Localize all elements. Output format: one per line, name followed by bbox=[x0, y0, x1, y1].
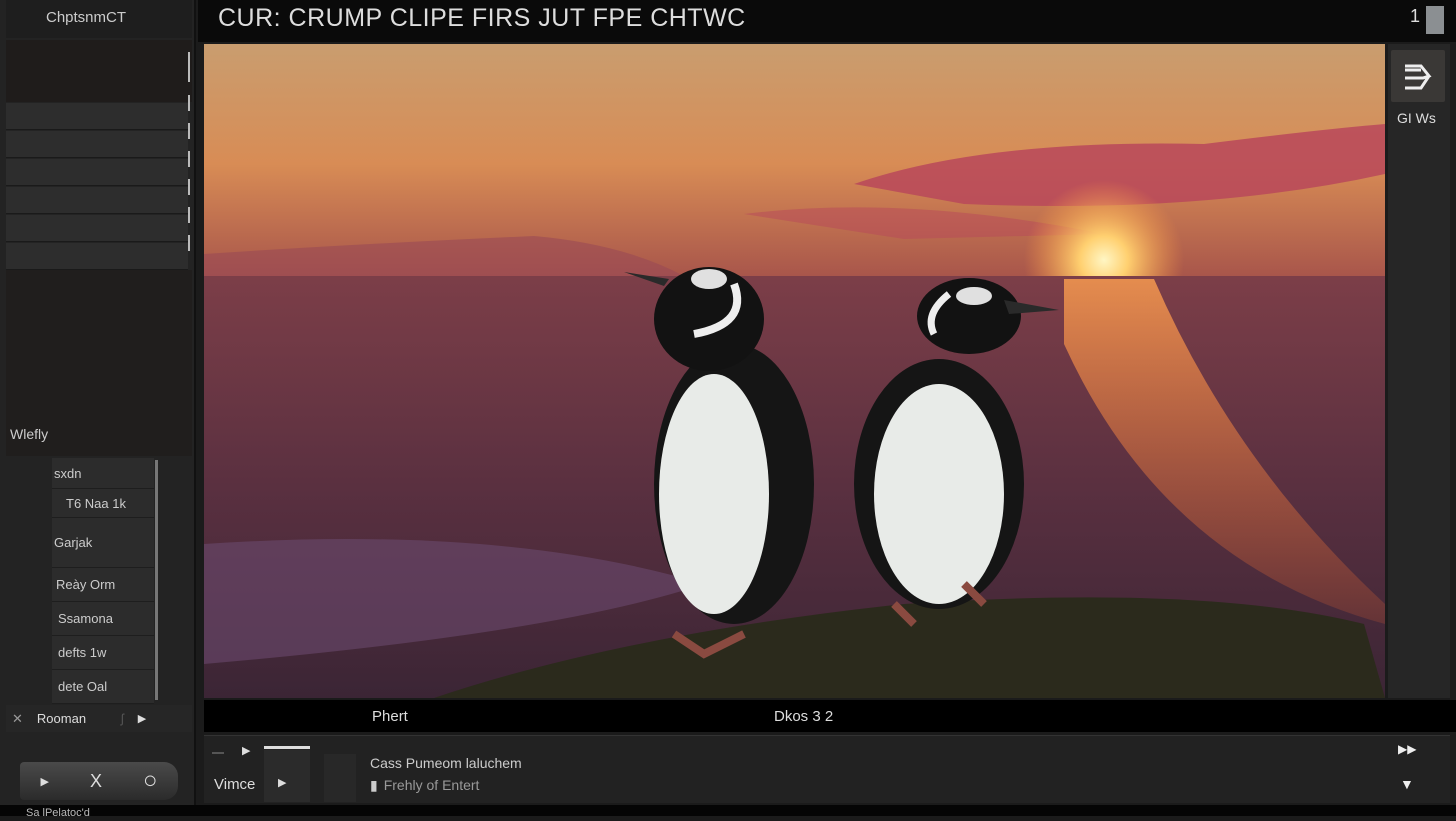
list-item[interactable]: Ssamona bbox=[52, 602, 154, 636]
play-icon[interactable]: ▶ bbox=[278, 776, 286, 789]
media-subtitle: Frehly of Entert bbox=[383, 777, 480, 793]
list-item[interactable]: T6 Naa 1k bbox=[52, 489, 154, 518]
control-label: Rooman bbox=[36, 711, 87, 726]
fast-forward-icon[interactable]: ▶▶ bbox=[1398, 742, 1416, 756]
right-panel-label: GI Ws bbox=[1397, 110, 1436, 126]
wave-icon: ʃ bbox=[120, 711, 124, 726]
play-icon[interactable]: ▶ bbox=[138, 712, 146, 725]
caption-bar: Phert Dkos 3 2 bbox=[204, 700, 1456, 732]
count-label: 1 bbox=[1410, 6, 1421, 26]
penguin-sunset-photo bbox=[204, 44, 1385, 698]
window-title: CUR: CRUMP CLIPE FIRS JUT FPE CHTWC bbox=[218, 4, 746, 32]
playback-pill: ▶ X ○ bbox=[20, 762, 178, 800]
list-item[interactable]: Reày Orm bbox=[52, 568, 154, 602]
sidebar-row[interactable] bbox=[6, 131, 188, 158]
sidebar-header-panel bbox=[6, 40, 192, 102]
sidebar-row[interactable] bbox=[6, 159, 188, 186]
list-item[interactable]: sxdn bbox=[52, 458, 154, 489]
control-row: ✕ Rooman ʃ ▶ bbox=[6, 705, 192, 732]
sidebar-row[interactable] bbox=[6, 103, 188, 130]
bars-icon: ▮ bbox=[370, 777, 378, 793]
sidebar-title: ChptsnmCT bbox=[6, 0, 192, 38]
list-item[interactable]: dete Oal bbox=[52, 670, 154, 704]
right-panel bbox=[1388, 44, 1450, 698]
media-subtitle-row: ▮ Frehly of Entert bbox=[370, 777, 479, 794]
scroll-tick bbox=[188, 179, 190, 195]
list-item[interactable]: Garjak bbox=[52, 518, 154, 568]
media-title: Cass Pumeom laluchem bbox=[370, 755, 522, 771]
sidebar-row[interactable] bbox=[6, 243, 188, 270]
bottom-controls: ▶ Vimce ▶ Cass Pumeom laluchem ▮ Frehly … bbox=[204, 735, 1450, 803]
exit-button[interactable] bbox=[1391, 50, 1445, 102]
close-icon[interactable]: ✕ bbox=[12, 711, 23, 727]
section-label: Wlefly bbox=[10, 426, 49, 442]
chevron-down-icon[interactable]: ▼ bbox=[1400, 776, 1414, 792]
scroll-tick bbox=[188, 95, 190, 111]
caption-right: Dkos 3 2 bbox=[774, 708, 834, 725]
scroll-tick bbox=[188, 151, 190, 167]
caption-left: Phert bbox=[372, 708, 408, 725]
close-button[interactable]: X bbox=[90, 771, 102, 792]
bottom-label: Vimce bbox=[214, 776, 256, 793]
scroll-tick bbox=[188, 207, 190, 223]
sidebar-row[interactable] bbox=[6, 215, 188, 242]
divider bbox=[212, 752, 224, 754]
progress-bar[interactable] bbox=[264, 746, 310, 749]
window-button[interactable] bbox=[1426, 6, 1444, 34]
play-icon[interactable]: ▶ bbox=[242, 744, 250, 757]
thumbnail-slot[interactable] bbox=[264, 750, 310, 802]
scroll-tick bbox=[188, 123, 190, 139]
item-list: sxdn T6 Naa 1k Garjak Reày Orm Ssamona d… bbox=[52, 458, 154, 704]
list-scrollbar[interactable] bbox=[155, 460, 158, 700]
status-footer: Sa lPelatoc'd bbox=[0, 805, 1456, 819]
list-item[interactable]: defts 1w bbox=[52, 636, 154, 670]
loading-ring-icon[interactable]: ○ bbox=[143, 767, 158, 795]
thumbnail-slot[interactable] bbox=[324, 754, 356, 802]
scroll-tick bbox=[188, 235, 190, 251]
play-icon[interactable]: ▶ bbox=[41, 775, 49, 788]
scroll-tick bbox=[188, 52, 190, 82]
sidebar-row[interactable] bbox=[6, 187, 188, 214]
exit-arrow-icon bbox=[1405, 64, 1432, 90]
